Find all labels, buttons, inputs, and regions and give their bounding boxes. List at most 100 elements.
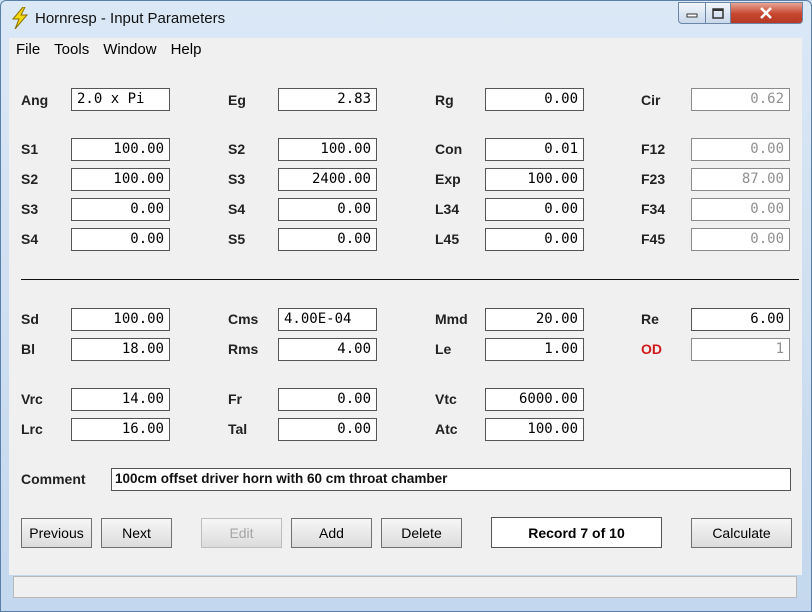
con-label: Con <box>435 141 463 157</box>
s3-label: S3 <box>21 201 39 217</box>
menu-help[interactable]: Help <box>164 38 209 61</box>
vtc-label: Vtc <box>435 391 457 407</box>
add-button[interactable]: Add <box>291 518 372 548</box>
vrc-field[interactable]: 14.00 <box>71 388 170 411</box>
le-label: Le <box>435 341 452 357</box>
s4b-label: S4 <box>228 201 246 217</box>
s2b-label: S2 <box>228 141 246 157</box>
app-window: Hornresp - Input Parameters File Tools W… <box>0 0 812 612</box>
f23-field: 87.00 <box>691 168 790 191</box>
f12-field: 0.00 <box>691 138 790 161</box>
s4-label: S4 <box>21 231 39 247</box>
comment-label: Comment <box>21 471 86 487</box>
menu-tools[interactable]: Tools <box>47 38 96 61</box>
fr-field[interactable]: 0.00 <box>278 388 377 411</box>
od-label: OD <box>641 341 662 357</box>
atc-label: Atc <box>435 421 458 437</box>
delete-button[interactable]: Delete <box>381 518 462 548</box>
f12-label: F12 <box>641 141 666 157</box>
edit-button[interactable]: Edit <box>201 518 282 548</box>
exp-label: Exp <box>435 171 461 187</box>
re-field[interactable]: 6.00 <box>691 308 790 331</box>
close-button[interactable] <box>730 2 803 24</box>
maximize-button[interactable] <box>705 2 731 24</box>
edit-button-label: Edit <box>229 525 254 541</box>
previous-button-label: Previous <box>29 525 84 541</box>
menu-file[interactable]: File <box>9 38 47 61</box>
con-field[interactable]: 0.01 <box>485 138 584 161</box>
minimize-icon <box>686 13 698 18</box>
eg-field[interactable]: 2.83 <box>278 88 377 111</box>
lrc-field[interactable]: 16.00 <box>71 418 170 441</box>
mmd-field[interactable]: 20.00 <box>485 308 584 331</box>
delete-button-label: Delete <box>401 525 442 541</box>
f34-field: 0.00 <box>691 198 790 221</box>
lightning-icon <box>11 7 29 29</box>
vrc-label: Vrc <box>21 391 43 407</box>
rg-label: Rg <box>435 92 454 108</box>
s5-label: S5 <box>228 231 246 247</box>
calculate-button[interactable]: Calculate <box>691 518 792 548</box>
bl-label: Bl <box>21 341 35 357</box>
rms-field[interactable]: 4.00 <box>278 338 377 361</box>
atc-field[interactable]: 100.00 <box>485 418 584 441</box>
s4b-field[interactable]: 0.00 <box>278 198 377 221</box>
ang-label: Ang <box>21 92 49 108</box>
f45-label: F45 <box>641 231 666 247</box>
cms-label: Cms <box>228 311 259 327</box>
previous-button[interactable]: Previous <box>21 518 92 548</box>
fr-label: Fr <box>228 391 242 407</box>
eg-label: Eg <box>228 92 246 108</box>
re-label: Re <box>641 311 659 327</box>
f34-label: F34 <box>641 201 666 217</box>
s4-field[interactable]: 0.00 <box>71 228 170 251</box>
rms-label: Rms <box>228 341 259 357</box>
s3-field[interactable]: 0.00 <box>71 198 170 221</box>
menu-window[interactable]: Window <box>96 38 163 61</box>
tal-label: Tal <box>228 421 248 437</box>
l34-label: L34 <box>435 201 460 217</box>
cir-field: 0.62 <box>691 88 790 111</box>
rg-field[interactable]: 0.00 <box>485 88 584 111</box>
title-bar[interactable]: Hornresp - Input Parameters <box>1 1 811 37</box>
menu-bar: File Tools Window Help <box>9 38 802 62</box>
next-button[interactable]: Next <box>101 518 172 548</box>
exp-field[interactable]: 100.00 <box>485 168 584 191</box>
lrc-label: Lrc <box>21 421 43 437</box>
input-parameters-panel: Ang 2.0 x Pi Eg 2.83 Rg 0.00 Cir 0.62 S1… <box>9 61 802 598</box>
maximize-icon <box>711 7 724 19</box>
l45-label: L45 <box>435 231 460 247</box>
l45-field[interactable]: 0.00 <box>485 228 584 251</box>
add-button-label: Add <box>319 525 344 541</box>
cir-label: Cir <box>641 92 661 108</box>
s1-label: S1 <box>21 141 39 157</box>
s5-field[interactable]: 0.00 <box>278 228 377 251</box>
od-field: 1 <box>691 338 790 361</box>
sd-label: Sd <box>21 311 39 327</box>
sd-field[interactable]: 100.00 <box>71 308 170 331</box>
bl-field[interactable]: 18.00 <box>71 338 170 361</box>
record-indicator: Record 7 of 10 <box>491 517 662 548</box>
s2b-field[interactable]: 100.00 <box>278 138 377 161</box>
f23-label: F23 <box>641 171 666 187</box>
window-title: Hornresp - Input Parameters <box>35 10 226 27</box>
calculate-button-label: Calculate <box>712 525 771 541</box>
le-field[interactable]: 1.00 <box>485 338 584 361</box>
next-button-label: Next <box>122 525 151 541</box>
s3b-label: S3 <box>228 171 246 187</box>
vtc-field[interactable]: 6000.00 <box>485 388 584 411</box>
ang-field[interactable]: 2.0 x Pi <box>71 88 170 111</box>
l34-field[interactable]: 0.00 <box>485 198 584 221</box>
cms-field[interactable]: 4.00E-04 <box>278 308 377 331</box>
s2-field[interactable]: 100.00 <box>71 168 170 191</box>
s1-field[interactable]: 100.00 <box>71 138 170 161</box>
comment-field[interactable]: 100cm offset driver horn with 60 cm thro… <box>111 468 791 491</box>
s3b-field[interactable]: 2400.00 <box>278 168 377 191</box>
close-icon <box>760 7 773 19</box>
minimize-button[interactable] <box>678 2 706 24</box>
status-bar <box>13 576 797 598</box>
f45-field: 0.00 <box>691 228 790 251</box>
tal-field[interactable]: 0.00 <box>278 418 377 441</box>
section-divider <box>21 279 799 280</box>
window-controls <box>678 2 803 24</box>
